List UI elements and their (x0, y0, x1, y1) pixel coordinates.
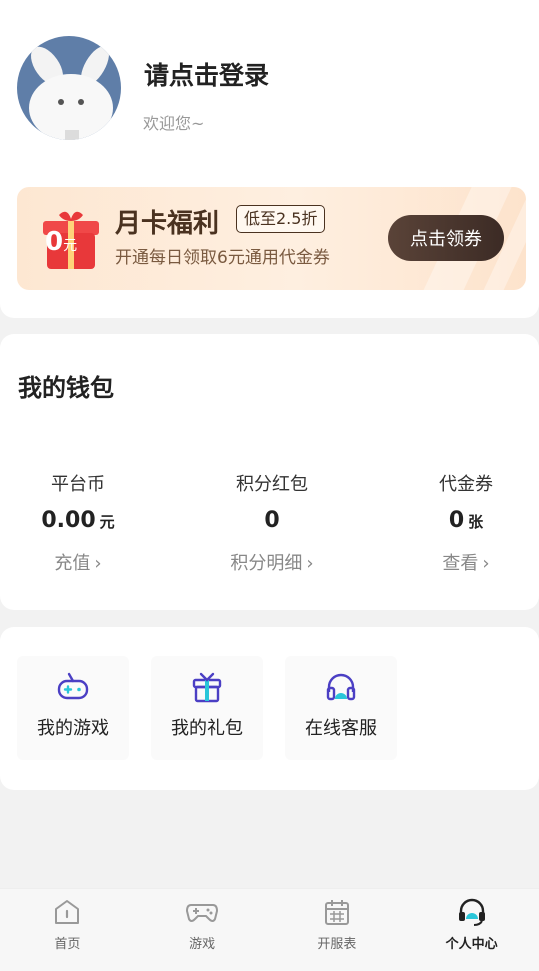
banner-subtitle: 开通每日领取6元通用代金券 (115, 248, 330, 268)
wallet-item-label: 积分红包 (236, 474, 308, 495)
price-unit: 元 (63, 238, 78, 254)
avatar[interactable] (17, 36, 121, 140)
wallet-item-points: 积分红包 0 积分明细 › (182, 470, 362, 575)
gamepad-icon (186, 904, 219, 922)
calendar-icon (324, 900, 349, 925)
wallet-title: 我的钱包 (18, 374, 114, 402)
my-gifts-button[interactable]: 我的礼包 (151, 656, 263, 760)
view-coupons-link[interactable]: 查看 › (376, 549, 539, 575)
chevron-right-icon: › (306, 553, 314, 574)
discount-badge: 低至2.5折 (236, 205, 326, 233)
online-support-button[interactable]: 在线客服 (285, 656, 397, 760)
bottom-tab-bar: 首页 游戏 开服表 个人中心 (0, 888, 539, 971)
service-label: 在线客服 (305, 718, 377, 739)
recharge-link[interactable]: 充值 › (0, 549, 168, 575)
monthly-card-banner[interactable]: 0元 月卡福利 低至2.5折 开通每日领取6元通用代金券 点击领券 (17, 187, 526, 290)
value-number: 0 (448, 508, 465, 533)
wallet-card: 我的钱包 平台币 0.00 元 充值 › 积分红包 0 积分明细 › 代金券 0张 查… (0, 334, 539, 610)
tab-profile-center[interactable]: 个人中心 (404, 889, 539, 971)
tab-label: 首页 (54, 937, 81, 952)
action-label: 查看 (442, 553, 479, 574)
zero-price: 0元 (45, 227, 77, 257)
welcome-text: 欢迎您~ (143, 114, 205, 133)
action-label: 积分明细 (230, 553, 303, 574)
headset-icon (326, 673, 356, 701)
wallet-item-value: 0.00 元 (0, 508, 168, 533)
wallet-item-label: 代金券 (439, 474, 493, 495)
rabbit-avatar-icon (29, 46, 113, 140)
services-card: 我的游戏 我的礼包 在线客服 (0, 627, 539, 790)
my-games-button[interactable]: 我的游戏 (17, 656, 129, 760)
tab-games[interactable]: 游戏 (135, 889, 270, 971)
tab-home[interactable]: 首页 (0, 889, 135, 971)
price-value: 0 (45, 227, 64, 257)
action-label: 充值 (54, 553, 91, 574)
points-detail-link[interactable]: 积分明细 › (182, 549, 362, 575)
gamepad-icon (57, 672, 89, 700)
banner-title: 月卡福利 (115, 209, 220, 239)
value-number: 0 (264, 508, 280, 533)
wallet-item-value: 0张 (376, 508, 539, 533)
wallet-item-label: 平台币 (51, 474, 105, 495)
service-label: 我的游戏 (37, 718, 109, 739)
chevron-right-icon: › (482, 553, 490, 574)
claim-coupon-button[interactable]: 点击领券 (388, 215, 504, 261)
tab-label: 游戏 (189, 937, 216, 952)
tab-server-schedule[interactable]: 开服表 (270, 889, 405, 971)
tab-label: 个人中心 (445, 937, 498, 952)
value-unit: 张 (468, 513, 484, 531)
profile-card: 请点击登录 欢迎您~ 0元 月卡福利 低至2.5折 开通每日领取6元通用代金券 … (0, 0, 539, 318)
value-unit: 元 (99, 513, 115, 531)
home-icon (55, 900, 80, 924)
login-prompt[interactable]: 请点击登录 (144, 56, 269, 92)
wallet-item-platform-coin: 平台币 0.00 元 充值 › (0, 470, 168, 575)
tab-label: 开服表 (317, 937, 357, 952)
chevron-right-icon: › (94, 553, 102, 574)
gift-box-icon (192, 672, 222, 703)
wallet-item-coupons: 代金券 0张 查看 › (376, 470, 539, 575)
headset-icon (458, 898, 485, 926)
wallet-item-value: 0 (182, 508, 362, 533)
service-label: 我的礼包 (171, 718, 243, 739)
value-number: 0.00 (41, 508, 96, 533)
